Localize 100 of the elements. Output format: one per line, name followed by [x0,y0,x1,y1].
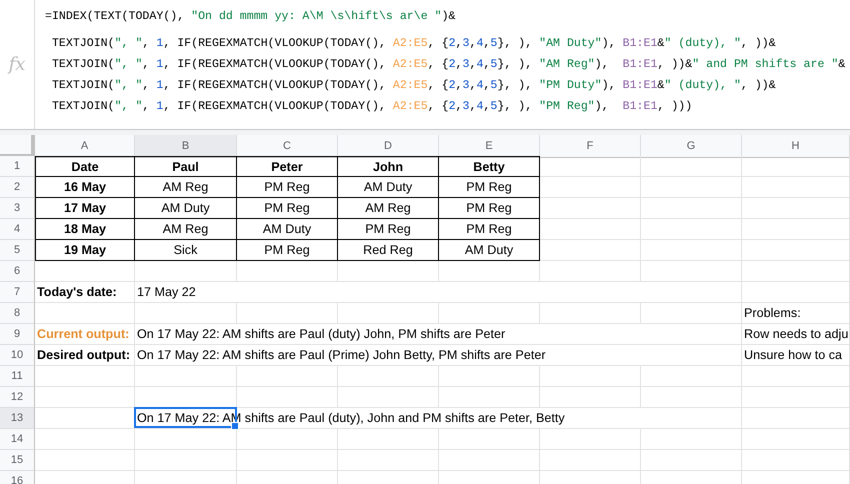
grid-cell[interactable] [742,240,850,261]
row-header[interactable]: 6 [0,261,35,282]
text-cell[interactable]: Problems: [742,303,850,324]
table-cell[interactable]: AM Reg [135,177,237,198]
grid-cell[interactable] [35,303,135,324]
table-cell[interactable]: Sick [135,240,237,261]
grid-cell[interactable] [742,450,850,471]
grid-cell[interactable] [35,366,135,387]
label-cell[interactable]: Desired output: [35,345,135,366]
table-header-cell[interactable]: Paul [135,156,237,177]
column-header[interactable]: B [135,135,237,158]
text-cell[interactable]: On 17 May 22: AM shifts are Paul (duty) John, PM shifts are Peter [135,324,742,345]
row-header[interactable]: 4 [0,219,35,240]
grid-cell[interactable] [540,219,641,240]
grid-cell[interactable] [135,303,237,324]
table-cell[interactable]: PM Reg [439,219,540,240]
grid-cell[interactable] [439,387,540,408]
column-header[interactable]: E [439,135,540,158]
text-cell[interactable]: On 17 May 22: AM shifts are Paul (Prime) John Betty, PM shifts are Peter [135,345,742,366]
grid-cell[interactable] [135,261,237,282]
row-header[interactable]: 2 [0,177,35,198]
text-cell[interactable]: 17 May 22 [135,282,742,303]
table-cell[interactable]: AM Reg [135,219,237,240]
table-cell[interactable]: PM Reg [237,177,338,198]
grid-cell[interactable] [742,261,850,282]
grid-cell[interactable] [439,450,540,471]
grid-cell[interactable] [540,387,641,408]
table-cell[interactable]: AM Duty [338,177,439,198]
grid-cell[interactable] [135,450,237,471]
grid-cell[interactable] [742,387,850,408]
grid-cell[interactable] [439,303,540,324]
grid-cell[interactable] [35,387,135,408]
grid-cell[interactable] [237,429,338,450]
grid-cell[interactable] [641,219,742,240]
grid-cell[interactable] [338,366,439,387]
column-header[interactable]: G [641,135,742,158]
row-header[interactable]: 16 [0,471,35,484]
table-cell[interactable]: PM Reg [439,198,540,219]
text-cell[interactable]: Unsure how to ca [742,345,850,366]
table-cell[interactable]: Red Reg [338,240,439,261]
table-cell[interactable]: AM Duty [237,219,338,240]
grid-cell[interactable] [35,450,135,471]
row-header[interactable]: 10 [0,345,35,366]
grid-cell[interactable] [540,177,641,198]
grid-cell[interactable] [641,429,742,450]
table-cell[interactable]: PM Reg [237,240,338,261]
grid-cell[interactable] [338,429,439,450]
grid-cell[interactable] [237,303,338,324]
formula-line[interactable]: TEXTJOIN(", ", 1, IF(REGEXMATCH(VLOOKUP(TODAY(), A2:E5, {2,3,4,5}, ), "AM Duty"), B1:E1&" (duty), ", ))& [45,33,776,54]
grid-cell[interactable] [641,450,742,471]
table-header-cell[interactable]: John [338,156,439,177]
table-header-cell[interactable]: Betty [439,156,540,177]
table-header-cell[interactable]: 17 May [35,198,135,219]
formula-line[interactable]: TEXTJOIN(", ", 1, IF(REGEXMATCH(VLOOKUP(TODAY(), A2:E5, {2,3,4,5}, ), "PM Reg"), B1:E1, ))) [45,96,692,117]
table-cell[interactable]: PM Reg [338,219,439,240]
grid-cell[interactable] [540,450,641,471]
column-header[interactable]: H [742,135,850,158]
select-all-corner[interactable] [0,135,35,158]
grid-cell[interactable] [540,156,641,177]
grid-cell[interactable] [237,366,338,387]
table-header-cell[interactable]: 19 May [35,240,135,261]
table-header-cell[interactable]: Peter [237,156,338,177]
grid-cell[interactable] [338,387,439,408]
grid-cell[interactable] [742,366,850,387]
row-header[interactable]: 7 [0,282,35,303]
grid-cell[interactable] [641,261,742,282]
table-cell[interactable]: PM Reg [439,177,540,198]
table-header-cell[interactable]: Date [35,156,135,177]
column-header[interactable]: D [338,135,439,158]
row-header[interactable]: 12 [0,387,35,408]
row-header[interactable]: 11 [0,366,35,387]
grid-cell[interactable] [135,429,237,450]
grid-cell[interactable] [439,261,540,282]
grid-cell[interactable] [237,261,338,282]
column-header[interactable]: F [540,135,641,158]
table-cell[interactable]: AM Duty [439,240,540,261]
grid-cell[interactable] [641,366,742,387]
grid-cell[interactable] [540,240,641,261]
formula-line[interactable]: TEXTJOIN(", ", 1, IF(REGEXMATCH(VLOOKUP(TODAY(), A2:E5, {2,3,4,5}, ), "PM Duty"), B1:E1&" (duty), ", ))& [45,75,776,96]
row-header[interactable]: 9 [0,324,35,345]
row-header[interactable]: 1 [0,156,35,177]
formula-line[interactable]: TEXTJOIN(", ", 1, IF(REGEXMATCH(VLOOKUP(TODAY(), A2:E5, {2,3,4,5}, ), "AM Reg"), B1:E1, ))&" and PM shifts are "& [45,54,846,75]
row-header[interactable]: 8 [0,303,35,324]
grid-cell[interactable] [742,429,850,450]
table-cell[interactable]: AM Reg [338,198,439,219]
grid-cell[interactable] [641,156,742,177]
table-header-cell[interactable]: 18 May [35,219,135,240]
grid-cell[interactable] [540,429,641,450]
grid-cell[interactable] [338,303,439,324]
grid-cell[interactable] [641,240,742,261]
grid-cell[interactable] [540,261,641,282]
table-cell[interactable]: AM Duty [135,198,237,219]
grid-cell[interactable] [439,429,540,450]
column-header[interactable]: A [35,135,135,158]
grid-cell[interactable] [338,450,439,471]
column-header[interactable]: C [237,135,338,158]
grid-cell[interactable] [237,387,338,408]
grid-cell[interactable] [742,198,850,219]
grid-cell[interactable] [540,198,641,219]
grid-cell[interactable] [135,366,237,387]
